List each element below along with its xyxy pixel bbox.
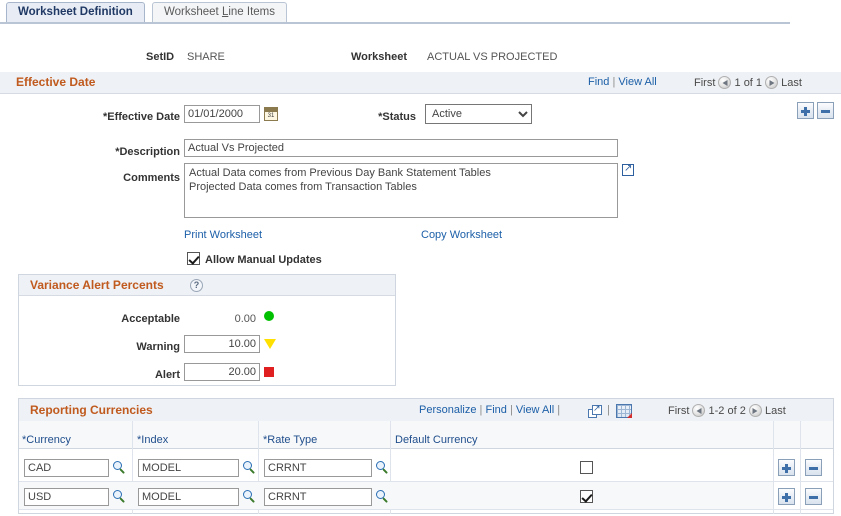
row2-currency-lookup-icon[interactable] [113, 490, 126, 503]
setid-label: SetID [146, 51, 175, 63]
reporting-currencies-title: Reporting Currencies [30, 403, 153, 417]
next-row-icon[interactable] [765, 76, 779, 89]
grid-next-icon[interactable] [748, 404, 762, 417]
toolbar-sep-2: | [509, 404, 513, 416]
tab-worksheet-line-items-label-prefix: Worksheet [164, 6, 222, 18]
row1-add-button[interactable] [778, 459, 795, 476]
row1-index-lookup-icon[interactable] [243, 461, 256, 474]
allow-manual-updates-checkbox[interactable] [187, 252, 200, 265]
column-header-currency[interactable]: *Currency [22, 434, 71, 446]
setid-value: SHARE [187, 51, 225, 63]
row2-delete-button[interactable] [805, 488, 822, 505]
warning-input[interactable] [184, 335, 260, 353]
alert-indicator-icon [264, 367, 274, 377]
row1-currency-input[interactable] [24, 459, 109, 477]
grid-pager-counter: 1-2 of 2 [708, 405, 746, 417]
row2-default-currency-checkbox[interactable] [580, 490, 593, 503]
alert-label: Alert [154, 369, 180, 381]
row1-rate-type-input[interactable] [264, 459, 372, 477]
reporting-currencies-toolbar: Personalize | Find | View All | [419, 404, 560, 416]
copy-worksheet-link[interactable]: Copy Worksheet [421, 229, 502, 241]
find-link[interactable]: Find [588, 76, 609, 88]
grid-previous-icon[interactable] [692, 404, 706, 417]
toolbar-sep-4: | [607, 404, 610, 416]
allow-manual-updates-label: Allow Manual Updates [205, 254, 322, 266]
delete-effective-date-row-button[interactable] [817, 102, 834, 119]
reporting-currencies-pager: First 1-2 of 2 Last [668, 404, 786, 417]
grid-pager-last-label[interactable]: Last [765, 405, 786, 417]
worksheet-value: ACTUAL VS PROJECTED [427, 51, 558, 63]
help-icon[interactable]: ? [190, 279, 203, 292]
grid-view-all-link[interactable]: View All [516, 404, 554, 416]
tab-worksheet-definition-label: Worksheet Definition [18, 6, 133, 18]
download-to-excel-icon[interactable] [616, 404, 632, 418]
alert-input[interactable] [184, 363, 260, 381]
status-select[interactable]: Active [425, 104, 532, 124]
expand-comments-icon[interactable] [622, 163, 634, 176]
row1-rate-type-lookup-icon[interactable] [376, 461, 389, 474]
worksheet-label: Worksheet [351, 51, 408, 63]
effective-date-pager: First 1 of 1 Last [694, 76, 802, 89]
row2-rate-type-lookup-icon[interactable] [376, 490, 389, 503]
comments-textarea[interactable]: Actual Data comes from Previous Day Bank… [184, 163, 618, 218]
description-label: *Description [115, 146, 180, 158]
column-header-default-currency[interactable]: Default Currency [395, 434, 478, 446]
expand-grid-icon[interactable] [588, 403, 602, 418]
personalize-link[interactable]: Personalize [419, 404, 476, 416]
row1-currency-lookup-icon[interactable] [113, 461, 126, 474]
toolbar-sep-1: | [479, 404, 483, 416]
acceptable-label: Acceptable [121, 313, 180, 325]
variance-alert-title: Variance Alert Percents [30, 278, 164, 292]
grid-vsep-5 [800, 421, 801, 514]
previous-row-icon[interactable] [718, 76, 732, 89]
column-header-index[interactable]: *Index [137, 434, 168, 446]
add-effective-date-row-button[interactable] [797, 102, 814, 119]
grid-find-link[interactable]: Find [485, 404, 506, 416]
description-input[interactable] [184, 139, 618, 157]
tab-strip: Worksheet Definition Worksheet Line Item… [0, 0, 841, 24]
effective-date-input[interactable] [184, 105, 260, 123]
tab-underline [0, 22, 790, 24]
row2-add-button[interactable] [778, 488, 795, 505]
warning-indicator-icon [264, 339, 276, 349]
view-all-link[interactable]: View All [618, 76, 656, 88]
row2-index-lookup-icon[interactable] [243, 490, 256, 503]
tab-worksheet-definition[interactable]: Worksheet Definition [6, 2, 145, 22]
grid-row-sep-2 [19, 509, 833, 510]
effective-date-section-title: Effective Date [16, 75, 96, 89]
effective-date-nav: Find | View All [588, 76, 657, 88]
acceptable-indicator-icon [264, 311, 274, 321]
effective-date-label: *Effective Date [102, 111, 180, 123]
pager-first-label[interactable]: First [694, 77, 715, 89]
row2-rate-type-input[interactable] [264, 488, 372, 506]
row2-currency-input[interactable] [24, 488, 109, 506]
row1-index-input[interactable] [138, 459, 239, 477]
grid-pager-first-label[interactable]: First [668, 405, 689, 417]
grid-vsep-4 [773, 421, 774, 514]
calendar-icon[interactable]: 31 [264, 107, 278, 121]
acceptable-value: 0.00 [234, 313, 256, 325]
row2-index-input[interactable] [138, 488, 239, 506]
tab-worksheet-line-items-label-rest: ine Items [228, 6, 276, 18]
pager-last-label[interactable]: Last [781, 77, 802, 89]
toolbar-sep-3: | [557, 404, 561, 416]
warning-label: Warning [136, 341, 180, 353]
nav-sep-1: | [612, 76, 616, 88]
print-worksheet-link[interactable]: Print Worksheet [184, 229, 262, 241]
pager-counter: 1 of 1 [734, 77, 763, 89]
status-label: *Status [378, 111, 416, 123]
row1-delete-button[interactable] [805, 459, 822, 476]
grid-row-2-band [19, 482, 773, 509]
comments-label: Comments [123, 172, 180, 184]
tab-worksheet-line-items[interactable]: Worksheet Line Items [152, 2, 288, 22]
row1-default-currency-checkbox[interactable] [580, 461, 593, 474]
column-header-rate-type[interactable]: *Rate Type [263, 434, 317, 446]
